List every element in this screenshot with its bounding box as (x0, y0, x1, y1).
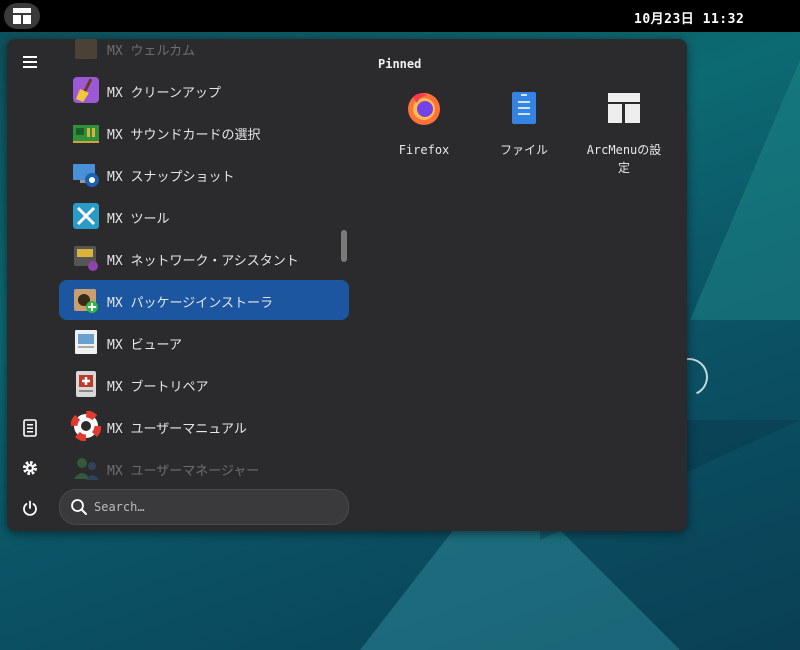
arcmenu-icon (608, 93, 640, 123)
list-item-label: MX ウェルカム (107, 44, 196, 59)
list-item-label: MX サウンドカードの選択 (107, 128, 261, 143)
search-input[interactable] (92, 496, 336, 518)
lifebuoy-icon (71, 411, 101, 441)
list-item[interactable]: MX ユーザーマネージャー (59, 448, 349, 481)
app-list[interactable]: MX ウェルカム MX クリーンアップ MX サウンドカードの選択 MX スナッ… (59, 39, 351, 481)
list-item-label: MX パッケージインストーラ (107, 296, 273, 311)
list-item[interactable]: MX ツール (59, 196, 349, 236)
pinned-app-arcmenu-settings[interactable]: ArcMenuの設定 (578, 89, 670, 177)
document-icon (23, 419, 37, 437)
clock[interactable]: 10月23日 11:32 (634, 8, 744, 27)
pinned-app-files[interactable]: ファイル (478, 89, 570, 159)
power-icon (23, 500, 37, 516)
list-item-label: MX ビューア (107, 338, 182, 353)
list-item-label: MX ツール (107, 212, 170, 227)
list-item[interactable]: MX ビューア (59, 322, 349, 362)
list-item[interactable]: MX ネットワーク・アシスタント (59, 238, 349, 278)
user-manager-icon (74, 458, 99, 480)
list-item-label: MX ブートリペア (107, 380, 209, 395)
pinned-label: Firefox (398, 143, 450, 157)
list-item-label: MX ネットワーク・アシスタント (107, 254, 299, 269)
pinned-app-firefox[interactable]: Firefox (378, 89, 470, 159)
list-item-label: MX クリーンアップ (107, 86, 221, 101)
scrollbar[interactable] (341, 230, 347, 262)
list-item[interactable]: MX ユーザーマニュアル (59, 406, 349, 446)
broom-icon (73, 77, 99, 103)
box-icon (75, 39, 97, 59)
list-item-selected[interactable]: MX パッケージインストーラ (59, 280, 349, 320)
document-button[interactable] (17, 415, 43, 441)
list-item-label: MX ユーザーマニュアル (107, 422, 247, 437)
hamburger-button[interactable] (17, 49, 43, 75)
list-item[interactable]: MX クリーンアップ (59, 70, 349, 110)
firefox-icon (408, 93, 440, 125)
network-icon (74, 246, 98, 271)
boot-repair-icon (76, 371, 96, 397)
arcmenu-button[interactable] (4, 3, 40, 29)
search-icon (71, 499, 87, 515)
viewer-icon (75, 330, 97, 354)
power-button[interactable] (17, 495, 43, 521)
pinned-label: ファイル (499, 143, 548, 157)
pinned-label: ArcMenuの設定 (586, 143, 662, 175)
search-box[interactable] (59, 489, 349, 525)
list-item[interactable]: MX ウェルカム (59, 39, 349, 68)
gear-icon (23, 461, 37, 475)
pinned-title: Pinned (378, 57, 422, 71)
snapshot-icon (73, 164, 99, 187)
soundcard-icon (73, 125, 99, 143)
list-item-label: MX ユーザーマネージャー (107, 464, 260, 479)
list-item[interactable]: MX サウンドカードの選択 (59, 112, 349, 152)
top-bar: 10月23日 11:32 (0, 0, 800, 32)
list-item[interactable]: MX スナップショット (59, 154, 349, 194)
layout-icon (13, 8, 31, 24)
list-item[interactable]: MX ブートリペア (59, 364, 349, 404)
package-installer-icon (74, 289, 98, 313)
tools-icon (73, 203, 99, 229)
files-icon (512, 92, 536, 124)
arc-menu: MX ウェルカム MX クリーンアップ MX サウンドカードの選択 MX スナッ… (7, 39, 687, 531)
settings-button[interactable] (17, 455, 43, 481)
wallpaper-shape (690, 60, 800, 320)
list-item-label: MX スナップショット (107, 170, 235, 185)
hamburger-icon (23, 56, 37, 68)
